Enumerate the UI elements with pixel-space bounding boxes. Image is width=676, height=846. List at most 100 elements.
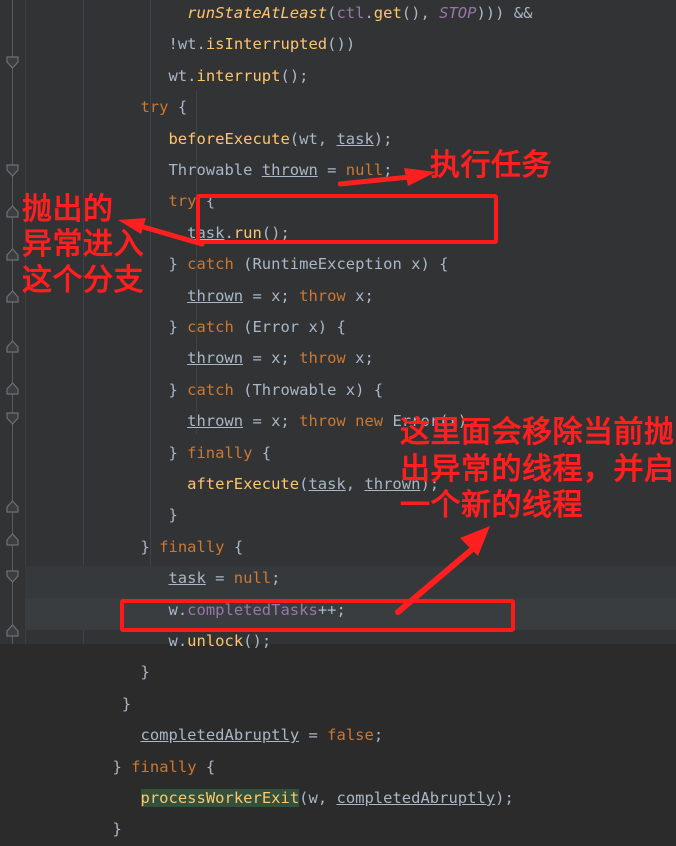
- code-token: afterExecute: [187, 475, 300, 493]
- code-line[interactable]: w.completedTasks++;: [0, 595, 676, 626]
- code-token: }: [168, 318, 188, 336]
- code-token: completedAbruptly: [140, 726, 300, 745]
- code-token: task: [168, 569, 206, 588]
- code-token: {: [196, 757, 216, 776]
- code-token: ;: [373, 726, 384, 745]
- code-token: );: [495, 789, 514, 807]
- code-line[interactable]: processWorkerExit(w, completedAbruptly);: [0, 783, 676, 814]
- code-line[interactable]: }: [0, 814, 676, 845]
- code-token: completedAbruptly: [336, 789, 496, 807]
- code-token: );: [373, 129, 393, 148]
- code-token: finally: [159, 537, 225, 556]
- code-token: ;: [336, 600, 346, 619]
- code-editor[interactable]: runStateAtLeast(ctl.get(), STOP))) && !wt…: [0, 0, 676, 838]
- code-token: {: [252, 443, 272, 462]
- code-token: interrupt: [196, 66, 281, 85]
- code-token: catch: [187, 318, 234, 336]
- code-token: .: [196, 35, 206, 54]
- code-token: {: [168, 98, 188, 117]
- code-line[interactable]: thrown = x; throw x;: [0, 343, 676, 374]
- code-line[interactable]: }: [0, 689, 676, 720]
- code-line[interactable]: } catch (Throwable x) {: [0, 375, 676, 406]
- code-line[interactable]: completedAbruptly = false;: [0, 720, 676, 751]
- code-token: ++: [317, 600, 337, 619]
- code-token: catch: [187, 380, 234, 399]
- code-line[interactable]: wt.interrupt();: [0, 61, 676, 92]
- code-token: throw: [299, 286, 346, 305]
- code-token: = x;: [243, 286, 300, 305]
- code-token: = x;: [243, 412, 300, 431]
- code-token: ,: [345, 475, 365, 493]
- code-token: beforeExecute: [168, 129, 290, 148]
- code-token: processWorkerExit: [140, 789, 300, 807]
- code-token: STOP: [439, 4, 477, 22]
- code-token: = x;: [243, 349, 300, 368]
- code-token: ctl: [336, 4, 365, 22]
- code-token: }: [121, 694, 132, 713]
- code-token: ))) &&: [476, 4, 533, 22]
- code-token: x;: [345, 349, 374, 368]
- code-token: .: [177, 632, 188, 650]
- code-token: finally: [131, 757, 197, 776]
- code-token: wt: [177, 35, 197, 54]
- code-token: null: [345, 161, 384, 179]
- annotation-note-right: 这里面会移除当前抛 出异常的线程，并启 一个新的线程: [400, 415, 675, 524]
- code-line[interactable]: w.unlock();: [0, 626, 676, 657]
- code-token: {: [224, 537, 244, 556]
- code-token: throw: [299, 412, 346, 431]
- code-token: }: [168, 255, 188, 274]
- code-token: try: [140, 98, 169, 117]
- annotation-note-left: 抛出的 异常进入 这个分支: [22, 192, 144, 298]
- code-token: }: [112, 757, 132, 776]
- code-token: unlock: [187, 632, 244, 650]
- code-token: thrown: [187, 349, 244, 368]
- code-token: (wt,: [289, 129, 337, 148]
- code-token: .: [224, 223, 234, 242]
- code-line[interactable]: try {: [0, 92, 676, 123]
- code-token: try: [168, 192, 197, 211]
- code-token: task: [187, 223, 225, 242]
- code-token: (Error x) {: [233, 318, 346, 336]
- code-token: new: [355, 412, 384, 431]
- code-token: Throwable: [168, 161, 262, 179]
- code-token: }: [168, 443, 188, 462]
- code-token: (w,: [299, 789, 337, 807]
- code-token: runStateAtLeast: [187, 4, 328, 22]
- code-line[interactable]: task = null;: [0, 563, 676, 594]
- code-token: task: [336, 129, 374, 148]
- code-line[interactable]: runStateAtLeast(ctl.get(), STOP))) &&: [0, 0, 676, 29]
- code-token: =: [317, 161, 346, 179]
- code-token: wt: [168, 66, 188, 85]
- code-line[interactable]: } finally {: [0, 532, 676, 563]
- code-line[interactable]: beforeExecute(wt, task);: [0, 124, 676, 155]
- code-token: task: [308, 475, 346, 493]
- code-line[interactable]: } finally {: [0, 752, 676, 783]
- code-line[interactable]: !wt.isInterrupted()): [0, 29, 676, 60]
- code-token: ;: [271, 569, 281, 588]
- code-token: run: [233, 223, 262, 242]
- code-line[interactable]: }: [0, 657, 676, 688]
- code-token: false: [327, 726, 374, 745]
- code-content[interactable]: runStateAtLeast(ctl.get(), STOP))) && !wt…: [0, 0, 676, 838]
- code-token: null: [233, 569, 272, 588]
- code-token: }: [140, 537, 160, 556]
- code-token: }: [140, 663, 150, 682]
- code-token: ();: [243, 632, 272, 650]
- code-token: thrown: [187, 286, 244, 305]
- code-token: ();: [280, 66, 309, 85]
- code-token: !: [168, 35, 178, 54]
- code-token: .: [364, 4, 374, 22]
- code-token: {: [196, 192, 216, 211]
- code-line[interactable]: Throwable thrown = null;: [0, 155, 676, 186]
- code-token: =: [205, 569, 234, 588]
- annotation-note-top: 执行任务: [430, 148, 552, 183]
- code-token: }: [112, 820, 122, 839]
- code-token: get: [373, 4, 402, 22]
- code-token: throw: [299, 349, 346, 368]
- code-line[interactable]: } catch (Error x) {: [0, 312, 676, 343]
- code-token: x;: [345, 286, 374, 305]
- code-token: =: [299, 726, 328, 745]
- code-token: (Throwable x) {: [233, 380, 384, 399]
- code-token: }: [168, 506, 178, 525]
- code-token: catch: [187, 255, 234, 274]
